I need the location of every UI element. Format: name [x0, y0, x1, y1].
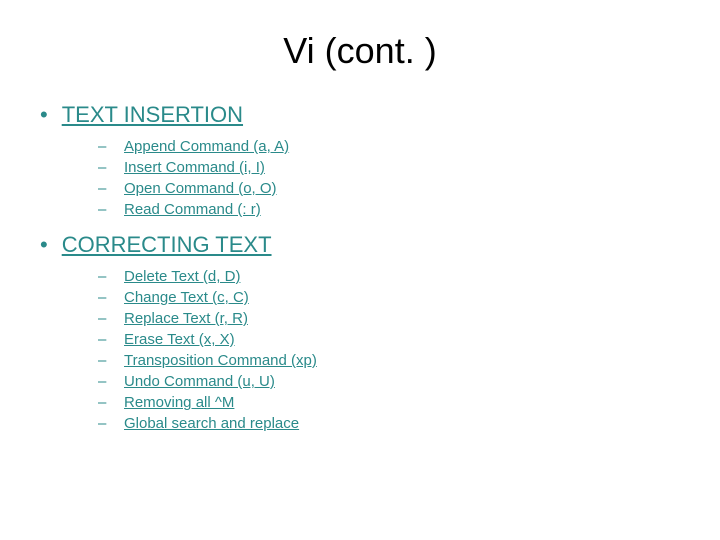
list-item: – Change Text (c, C) [98, 289, 680, 306]
section-text-insertion: • TEXT INSERTION – Append Command (a, A)… [40, 102, 680, 218]
list-item: – Replace Text (r, R) [98, 310, 680, 327]
page-title: Vi (cont. ) [40, 30, 680, 72]
dash-icon: – [98, 394, 108, 411]
sub-list: – Append Command (a, A) – Insert Command… [40, 138, 680, 218]
list-item: – Delete Text (d, D) [98, 268, 680, 285]
section-correcting-text: • CORRECTING TEXT – Delete Text (d, D) –… [40, 232, 680, 432]
dash-icon: – [98, 138, 108, 155]
list-item: – Global search and replace [98, 415, 680, 432]
list-item: – Transposition Command (xp) [98, 352, 680, 369]
dash-icon: – [98, 289, 108, 306]
dash-icon: – [98, 268, 108, 285]
dash-icon: – [98, 201, 108, 218]
list-item: – Undo Command (u, U) [98, 373, 680, 390]
list-item: – Insert Command (i, I) [98, 159, 680, 176]
list-item: – Open Command (o, O) [98, 180, 680, 197]
sub-list: – Delete Text (d, D) – Change Text (c, C… [40, 268, 680, 432]
dash-icon: – [98, 373, 108, 390]
section-header: • TEXT INSERTION [40, 102, 680, 128]
dash-icon: – [98, 415, 108, 432]
dash-icon: – [98, 310, 108, 327]
bullet-icon: • [40, 234, 48, 256]
sub-item-label: Append Command (a, A) [124, 138, 289, 155]
sub-item-label: Erase Text (x, X) [124, 331, 235, 348]
section-header: • CORRECTING TEXT [40, 232, 680, 258]
dash-icon: – [98, 331, 108, 348]
dash-icon: – [98, 159, 108, 176]
dash-icon: – [98, 180, 108, 197]
sub-item-label: Read Command (: r) [124, 201, 261, 218]
sub-item-label: Undo Command (u, U) [124, 373, 275, 390]
sub-item-label: Replace Text (r, R) [124, 310, 248, 327]
list-item: – Removing all ^M [98, 394, 680, 411]
sub-item-label: Change Text (c, C) [124, 289, 249, 306]
sub-item-label: Removing all ^M [124, 394, 234, 411]
sub-item-label: Delete Text (d, D) [124, 268, 240, 285]
section-title: CORRECTING TEXT [62, 232, 272, 258]
sub-item-label: Insert Command (i, I) [124, 159, 265, 176]
dash-icon: – [98, 352, 108, 369]
bullet-icon: • [40, 104, 48, 126]
list-item: – Erase Text (x, X) [98, 331, 680, 348]
sub-item-label: Global search and replace [124, 415, 299, 432]
list-item: – Append Command (a, A) [98, 138, 680, 155]
list-item: – Read Command (: r) [98, 201, 680, 218]
sub-item-label: Transposition Command (xp) [124, 352, 317, 369]
section-title: TEXT INSERTION [62, 102, 243, 128]
sub-item-label: Open Command (o, O) [124, 180, 277, 197]
